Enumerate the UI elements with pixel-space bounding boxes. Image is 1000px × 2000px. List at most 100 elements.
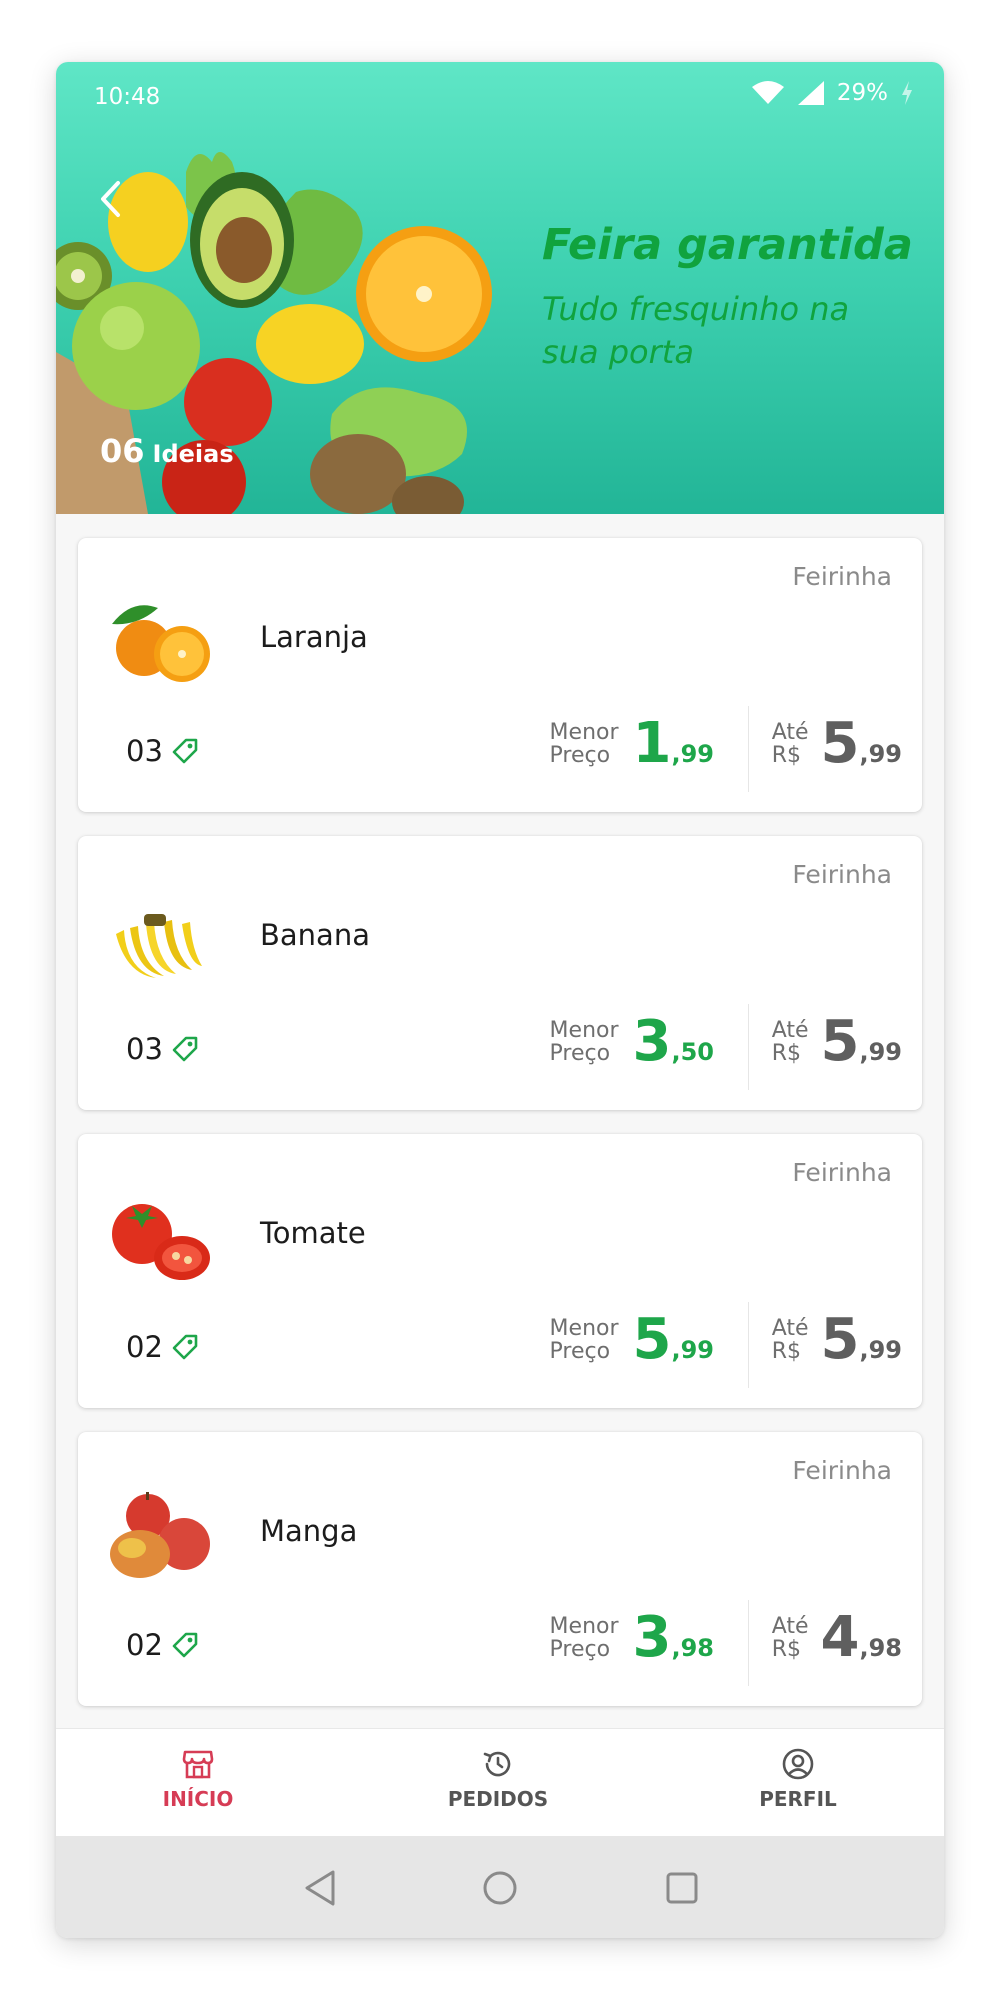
store-name: Feirinha	[792, 1158, 892, 1187]
label-line: R$	[771, 1041, 801, 1066]
ideas-label: Ideias	[152, 440, 234, 468]
price-decimal: ,99	[859, 740, 902, 768]
product-name: Manga	[260, 1514, 358, 1548]
price-decimal: ,98	[859, 1634, 902, 1662]
offers-number: 03	[126, 734, 163, 768]
chevron-left-icon	[101, 181, 120, 217]
lowest-price-value: 3 ,98	[633, 1610, 714, 1666]
highest-price: Até R$ 5 ,99	[772, 1014, 902, 1070]
system-home-button[interactable]	[478, 1866, 522, 1910]
highest-price: Até R$ 5 ,99	[772, 1312, 902, 1368]
lowest-price-value: 3 ,50	[633, 1014, 714, 1070]
highest-price-value: 5 ,99	[821, 1312, 902, 1368]
label-line: R$	[771, 1637, 801, 1662]
product-card[interactable]: Feirinha Banana 03 Menor Preço 3 ,50 Até…	[78, 836, 922, 1110]
label-line: Menor	[549, 1614, 619, 1639]
nav-label: INÍCIO	[162, 1787, 234, 1811]
price-decimal: ,99	[671, 740, 714, 768]
hero-subtitle: Tudo fresquinho na sua porta	[542, 290, 850, 371]
ideas-number: 06	[100, 432, 145, 470]
price-integer: 5	[820, 1009, 860, 1074]
lowest-price-value: 1 ,99	[633, 716, 714, 772]
price-integer: 3	[632, 1605, 672, 1670]
offers-count: 02	[126, 1330, 199, 1364]
price-tag-icon	[172, 1632, 198, 1658]
lowest-price-label: Menor Preço	[550, 1019, 619, 1065]
mango-image	[110, 1492, 210, 1578]
nav-pedidos[interactable]: PEDIDOS	[418, 1747, 578, 1811]
wifi-icon	[751, 81, 784, 104]
price-decimal: ,50	[671, 1038, 714, 1066]
offers-count: 03	[126, 734, 199, 768]
offers-number: 02	[126, 1330, 163, 1364]
label-line: Menor	[549, 1018, 619, 1043]
highest-price-value: 5 ,99	[821, 1014, 902, 1070]
status-icons: 29%	[751, 80, 914, 106]
price-divider	[748, 1600, 749, 1686]
label-line: Até	[771, 1316, 809, 1341]
product-card[interactable]: Feirinha Manga 02 Menor Preço 3 ,98 Até …	[78, 1432, 922, 1706]
label-line: Menor	[549, 720, 619, 745]
system-recents-button[interactable]	[660, 1866, 704, 1910]
highest-price-value: 5 ,99	[821, 716, 902, 772]
highest-price-value: 4 ,98	[821, 1610, 902, 1666]
circle-home-icon	[483, 1871, 517, 1905]
label-line: Menor	[549, 1316, 619, 1341]
lowest-price-label: Menor Preço	[550, 1317, 619, 1363]
highest-price: Até R$ 5 ,99	[772, 716, 902, 772]
battery-percent: 29%	[836, 80, 888, 106]
lowest-price: Menor Preço 5 ,99	[550, 1312, 714, 1368]
price-decimal: ,98	[671, 1634, 714, 1662]
price-decimal: ,99	[671, 1336, 714, 1364]
label-line: Preço	[549, 1041, 611, 1066]
lowest-price-value: 5 ,99	[633, 1312, 714, 1368]
nav-label: PEDIDOS	[447, 1787, 549, 1811]
hero-banner: 10:48 29% Feira garantida Tudo fresquinh…	[56, 62, 944, 514]
orange-image	[112, 605, 210, 682]
nav-inicio[interactable]: INÍCIO	[118, 1747, 278, 1811]
price-integer: 5	[632, 1307, 672, 1372]
user-circle-icon	[782, 1748, 814, 1780]
highest-price-label: Até R$	[772, 1317, 809, 1363]
price-tag-icon	[172, 1334, 198, 1360]
lowest-price: Menor Preço 3 ,50	[550, 1014, 714, 1070]
back-button[interactable]	[90, 174, 130, 224]
offers-number: 02	[126, 1628, 163, 1662]
history-icon	[483, 1751, 511, 1777]
lowest-price-label: Menor Preço	[550, 721, 619, 767]
price-integer: 5	[820, 1307, 860, 1372]
product-list: Feirinha Laranja 03 Menor Preço 1 ,99 At…	[56, 514, 944, 1788]
hero-title: Feira garantida	[542, 220, 913, 270]
product-card[interactable]: Feirinha Laranja 03 Menor Preço 1 ,99 At…	[78, 538, 922, 812]
label-line: Preço	[549, 1339, 611, 1364]
price-tag-icon	[172, 738, 198, 764]
price-divider	[748, 1302, 749, 1388]
product-name: Laranja	[260, 620, 368, 654]
tomato-image	[112, 1204, 210, 1280]
nav-perfil[interactable]: PERFIL	[718, 1747, 878, 1811]
price-divider	[748, 706, 749, 792]
price-integer: 1	[632, 711, 672, 776]
label-line: R$	[771, 1339, 801, 1364]
price-integer: 4	[820, 1605, 860, 1670]
price-integer: 3	[632, 1009, 672, 1074]
lowest-price-label: Menor Preço	[550, 1615, 619, 1661]
nav-label: PERFIL	[759, 1787, 837, 1811]
system-navigation-bar	[56, 1836, 944, 1938]
label-line: R$	[771, 743, 801, 768]
price-decimal: ,99	[859, 1336, 902, 1364]
price-tag-icon	[172, 1036, 198, 1062]
offers-count: 03	[126, 1032, 199, 1066]
product-card[interactable]: Feirinha Tomate 02 Menor Preço 5 ,99 Até…	[78, 1134, 922, 1408]
highest-price: Até R$ 4 ,98	[772, 1610, 902, 1666]
store-name: Feirinha	[792, 860, 892, 889]
price-decimal: ,99	[859, 1038, 902, 1066]
system-back-button[interactable]	[298, 1866, 342, 1910]
lowest-price: Menor Preço 1 ,99	[550, 716, 714, 772]
label-line: Preço	[549, 743, 611, 768]
price-integer: 5	[820, 711, 860, 776]
phone-screen: 10:48 29% Feira garantida Tudo fresquinh…	[56, 62, 944, 1938]
lowest-price: Menor Preço 3 ,98	[550, 1610, 714, 1666]
triangle-back-icon	[305, 1870, 335, 1906]
product-name: Tomate	[260, 1216, 366, 1250]
